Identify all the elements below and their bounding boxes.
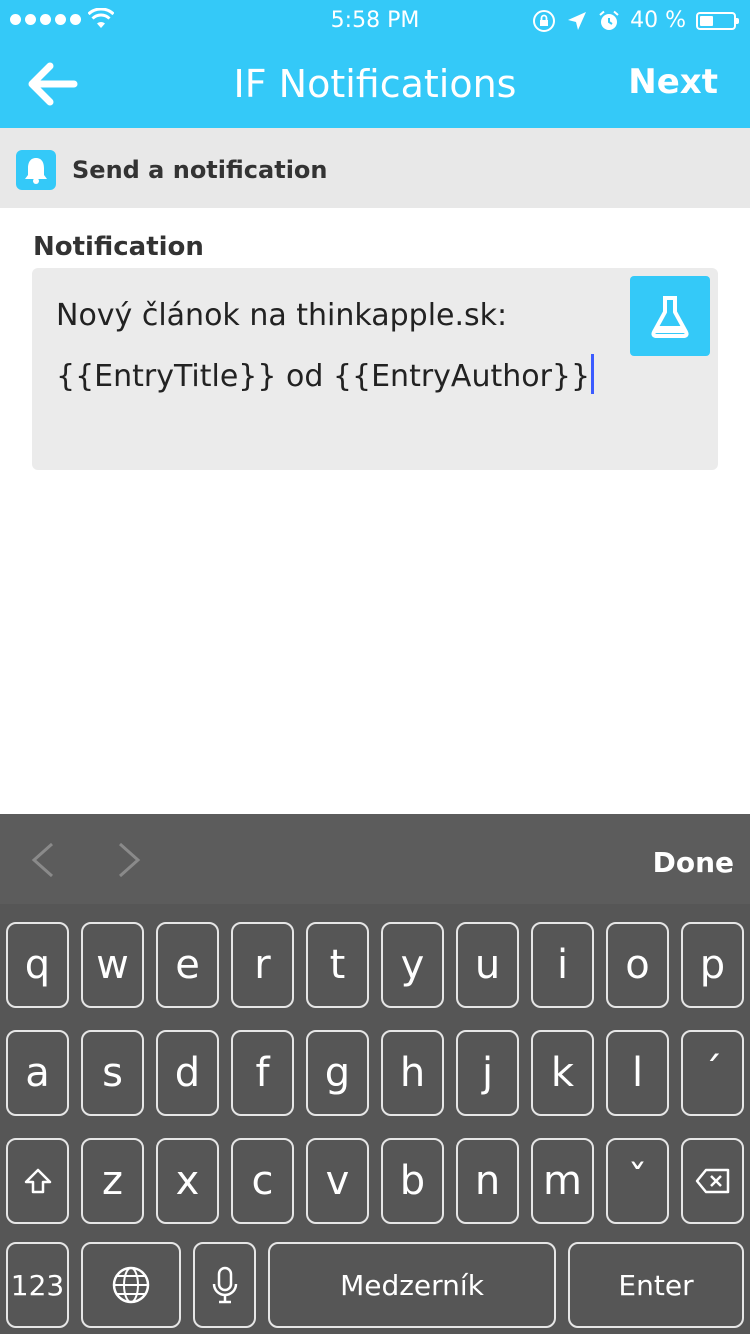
status-right-group: 40 % bbox=[532, 8, 739, 33]
space-key[interactable]: Medzerník bbox=[268, 1242, 556, 1328]
key-q[interactable]: q bbox=[6, 922, 69, 1008]
key-s[interactable]: s bbox=[81, 1030, 144, 1116]
bell-icon bbox=[16, 150, 56, 190]
notification-field-label: Notification bbox=[33, 232, 204, 262]
keyboard-toolbar: Done bbox=[0, 814, 750, 904]
microphone-key[interactable] bbox=[193, 1242, 256, 1328]
key-j[interactable]: j bbox=[456, 1030, 519, 1116]
action-header: Send a notification bbox=[0, 128, 750, 208]
backspace-icon bbox=[695, 1168, 729, 1194]
numbers-key[interactable]: 123 bbox=[6, 1242, 69, 1328]
key-u[interactable]: u bbox=[456, 922, 519, 1008]
key-t[interactable]: t bbox=[306, 922, 369, 1008]
key-acute[interactable]: ´ bbox=[681, 1030, 744, 1116]
key-m[interactable]: m bbox=[531, 1138, 594, 1224]
textarea-line-2-text: {{EntryTitle}} od {{EntryAuthor}} bbox=[56, 359, 591, 394]
microphone-icon bbox=[212, 1266, 237, 1304]
action-title: Send a notification bbox=[72, 156, 328, 184]
globe-icon bbox=[112, 1266, 150, 1304]
next-button[interactable]: Next bbox=[628, 62, 718, 102]
key-f[interactable]: f bbox=[231, 1030, 294, 1116]
key-k[interactable]: k bbox=[531, 1030, 594, 1116]
enter-key[interactable]: Enter bbox=[568, 1242, 744, 1328]
key-i[interactable]: i bbox=[531, 922, 594, 1008]
chevron-left-icon[interactable] bbox=[28, 840, 58, 880]
key-r[interactable]: r bbox=[231, 922, 294, 1008]
textarea-line-2: {{EntryTitle}} od {{EntryAuthor}} bbox=[56, 354, 595, 394]
keyboard: Done q w e r t y u i o p a s d f g h j k… bbox=[0, 814, 750, 1334]
backspace-key[interactable] bbox=[681, 1138, 744, 1224]
key-y[interactable]: y bbox=[381, 922, 444, 1008]
textarea-line-1: Nový článok na thinkapple.sk: bbox=[56, 298, 508, 333]
key-b[interactable]: b bbox=[381, 1138, 444, 1224]
shift-icon bbox=[24, 1168, 51, 1194]
chevron-right-icon[interactable] bbox=[114, 840, 144, 880]
shift-key[interactable] bbox=[6, 1138, 69, 1224]
notification-textarea[interactable]: Nový článok na thinkapple.sk: {{EntryTit… bbox=[32, 268, 718, 470]
key-l[interactable]: l bbox=[606, 1030, 669, 1116]
key-z[interactable]: z bbox=[81, 1138, 144, 1224]
battery-percentage: 40 % bbox=[630, 8, 686, 33]
key-x[interactable]: x bbox=[156, 1138, 219, 1224]
nav-bar: IF Notifications Next bbox=[0, 40, 750, 128]
key-p[interactable]: p bbox=[681, 922, 744, 1008]
text-cursor bbox=[591, 354, 595, 394]
add-ingredient-button[interactable] bbox=[630, 276, 710, 356]
globe-key[interactable] bbox=[81, 1242, 181, 1328]
key-g[interactable]: g bbox=[306, 1030, 369, 1116]
key-o[interactable]: o bbox=[606, 922, 669, 1008]
key-n[interactable]: n bbox=[456, 1138, 519, 1224]
orientation-lock-icon bbox=[533, 9, 556, 32]
key-caron[interactable]: ˇ bbox=[606, 1138, 669, 1224]
key-a[interactable]: a bbox=[6, 1030, 69, 1116]
location-arrow-icon bbox=[568, 11, 587, 30]
key-e[interactable]: e bbox=[156, 922, 219, 1008]
done-button[interactable]: Done bbox=[653, 846, 734, 879]
flask-icon bbox=[651, 296, 689, 338]
battery-icon bbox=[696, 11, 739, 30]
key-h[interactable]: h bbox=[381, 1030, 444, 1116]
alarm-icon bbox=[599, 10, 619, 30]
status-bar: 5:58 PM 40 % bbox=[0, 0, 750, 40]
key-d[interactable]: d bbox=[156, 1030, 219, 1116]
key-c[interactable]: c bbox=[231, 1138, 294, 1224]
key-w[interactable]: w bbox=[81, 922, 144, 1008]
key-v[interactable]: v bbox=[306, 1138, 369, 1224]
